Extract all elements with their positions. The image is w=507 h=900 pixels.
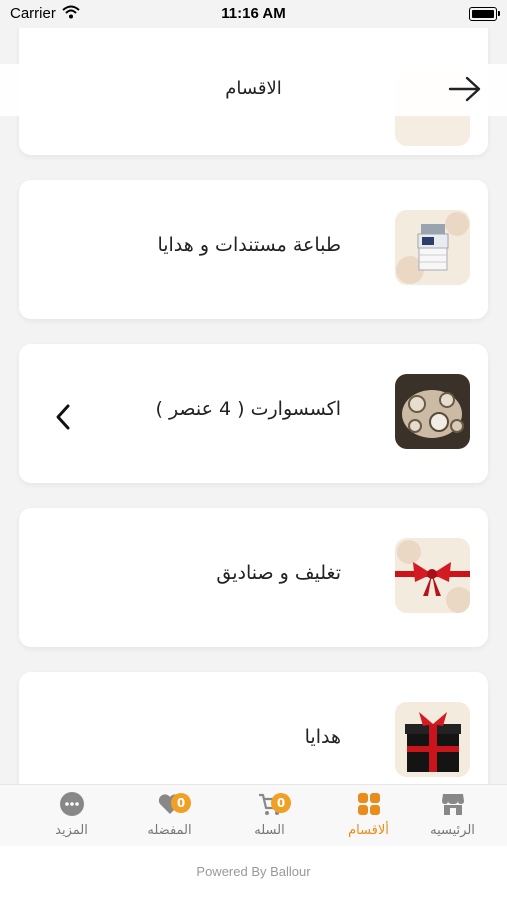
battery-icon xyxy=(469,7,500,21)
powered-by-text: Powered By Ballour xyxy=(196,864,311,879)
category-title: اكسسوارت ( 4 عنصر ) xyxy=(155,398,342,420)
cart-badge: 0 xyxy=(271,793,291,813)
category-card-gifts[interactable]: هدايا xyxy=(19,672,488,784)
status-bar: Carrier 11:16 AM xyxy=(0,0,507,28)
tab-favorites[interactable]: 0 المفضله xyxy=(119,785,220,847)
printer-icon xyxy=(395,210,470,285)
tab-label: المفضله xyxy=(147,823,192,838)
more-icon xyxy=(60,792,84,816)
gifts-image xyxy=(395,702,470,777)
category-card-accessories[interactable]: اكسسوارت ( 4 عنصر ) xyxy=(19,344,488,483)
tab-more[interactable]: المزيد xyxy=(21,785,122,847)
footer: Powered By Ballour xyxy=(0,846,507,900)
ribbon-icon xyxy=(395,538,470,613)
page-title: الاقسام xyxy=(225,78,282,99)
category-card-wrapping[interactable]: تغليف و صناديق xyxy=(19,508,488,647)
printer-image xyxy=(395,210,470,285)
category-title: تغليف و صناديق xyxy=(216,562,341,584)
grid-icon xyxy=(358,793,380,815)
tab-label: المزيد xyxy=(55,823,88,838)
tab-label: الرئيسيه xyxy=(430,823,475,838)
gift-box-icon xyxy=(395,702,470,777)
categories-list[interactable]: طباعة مستندات و هدايا اكسسوارت ( 4 عنصر … xyxy=(0,28,507,784)
category-card-printing[interactable]: طباعة مستندات و هدايا xyxy=(19,180,488,319)
category-title: طباعة مستندات و هدايا xyxy=(157,234,341,256)
watches-icon xyxy=(395,374,470,449)
wrapping-image xyxy=(395,538,470,613)
favorites-badge: 0 xyxy=(171,793,191,813)
arrow-right-icon[interactable] xyxy=(447,74,483,104)
store-icon xyxy=(442,794,464,815)
status-time: 11:16 AM xyxy=(221,5,286,22)
tab-label: السله xyxy=(254,823,285,838)
tab-cart[interactable]: 0 السله xyxy=(219,785,320,847)
category-title: هدايا xyxy=(304,726,341,748)
chevron-left-icon[interactable] xyxy=(53,403,73,431)
header-bar: الاقسام xyxy=(0,64,507,116)
tab-bar: المزيد 0 المفضله 0 السله ألاقسام الرئيسي… xyxy=(0,784,507,847)
tab-home[interactable]: الرئيسيه xyxy=(402,785,503,847)
accessories-image xyxy=(395,374,470,449)
